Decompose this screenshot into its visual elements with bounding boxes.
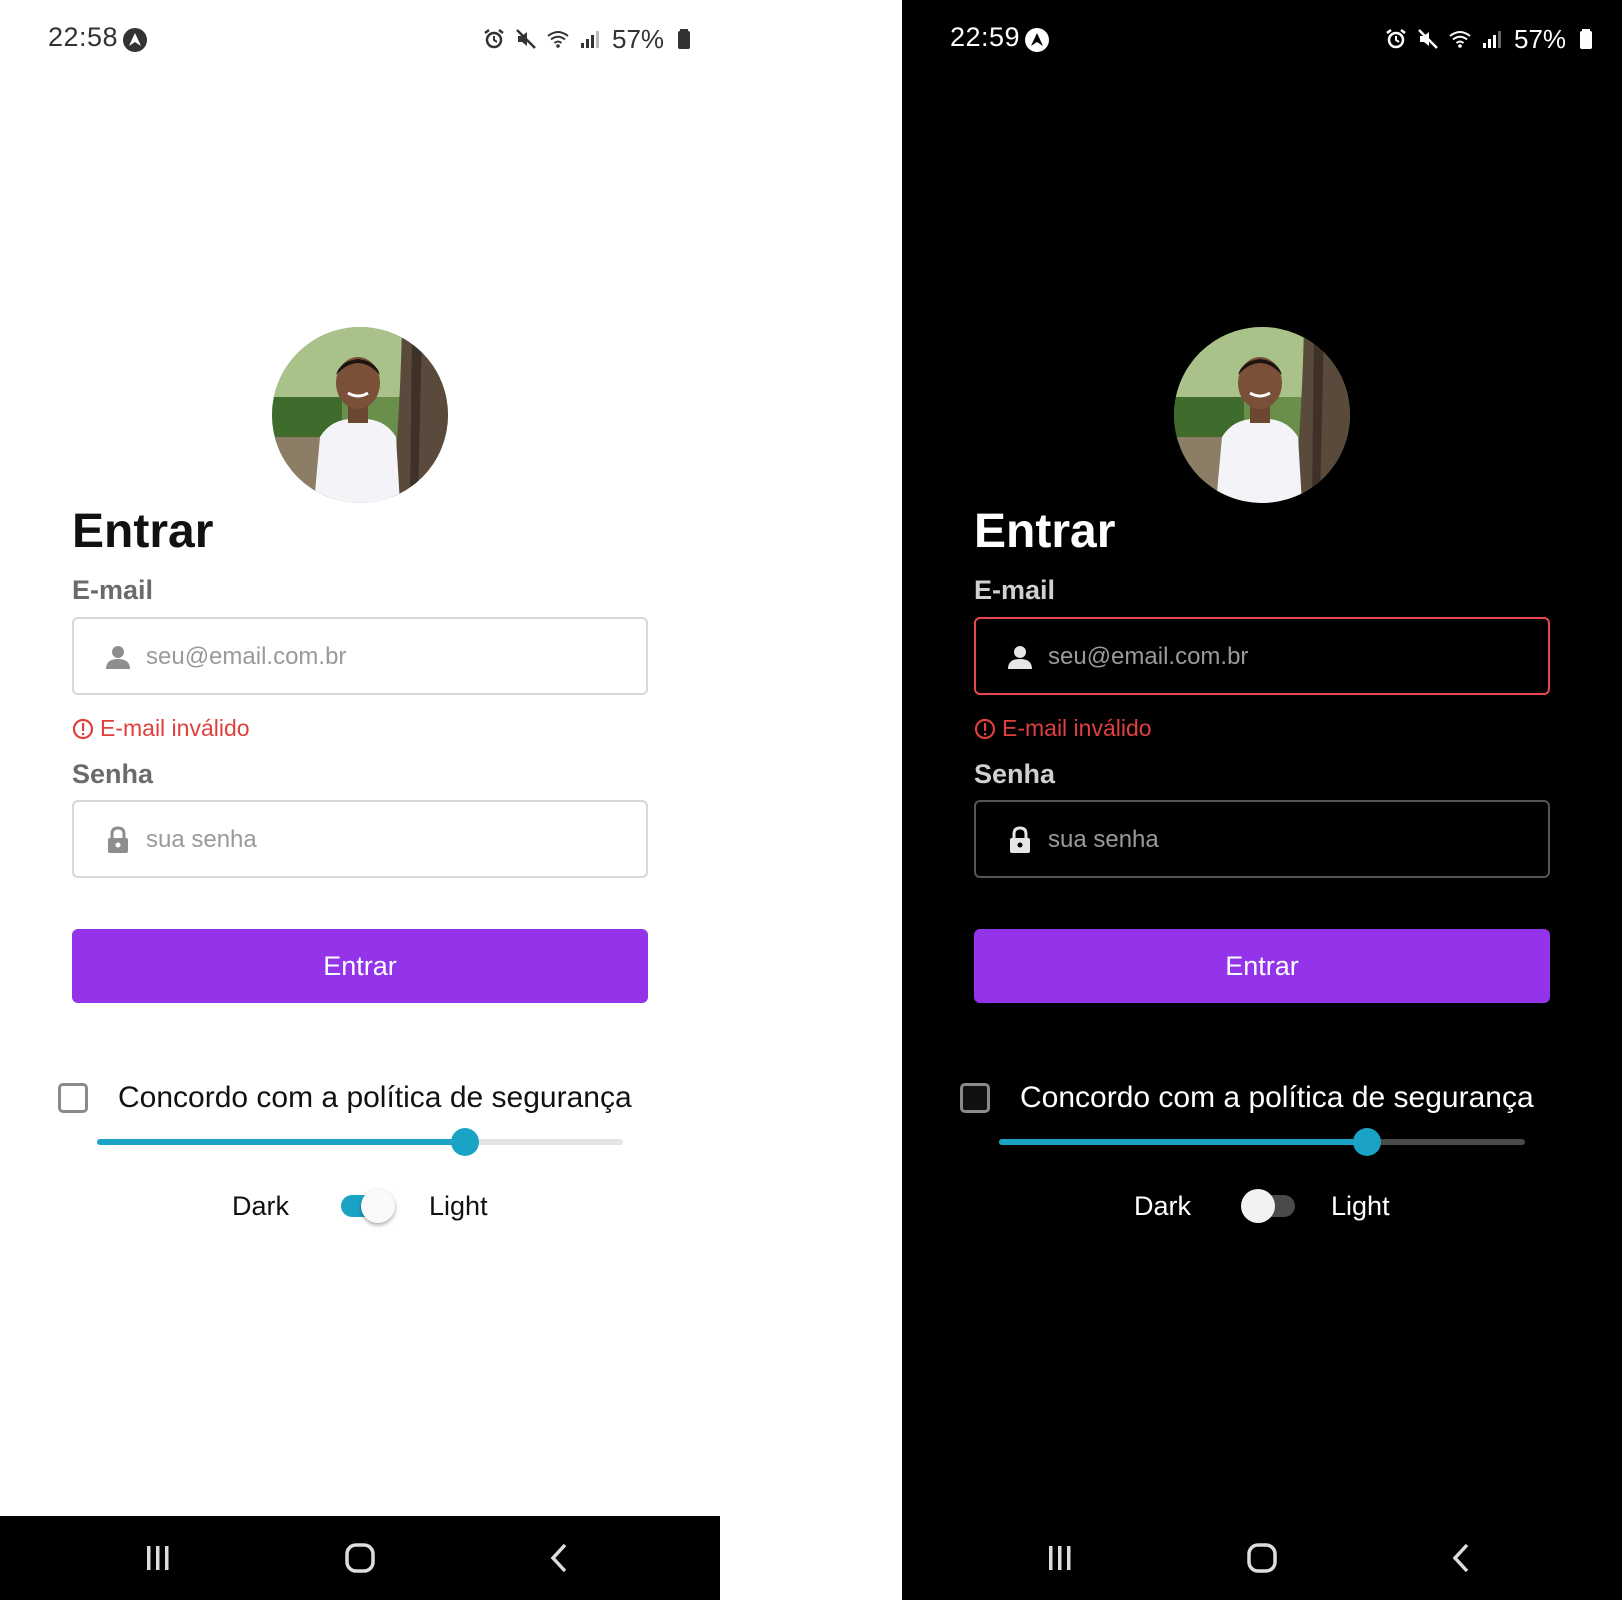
agree-checkbox[interactable] bbox=[58, 1083, 88, 1113]
home-icon[interactable] bbox=[1242, 1538, 1282, 1578]
agree-label: Concordo com a política de segurança bbox=[1020, 1081, 1534, 1114]
navigation-app-icon bbox=[1025, 28, 1049, 52]
alarm-icon bbox=[484, 29, 504, 49]
mute-icon bbox=[516, 29, 536, 49]
submit-button[interactable]: Entrar bbox=[974, 929, 1550, 1003]
navigation-bar bbox=[902, 1516, 1622, 1600]
error-icon bbox=[72, 718, 94, 739]
email-label: E-mail bbox=[974, 575, 1056, 605]
agree-row: Concordo com a política de segurança bbox=[58, 1078, 632, 1118]
password-input[interactable] bbox=[144, 802, 628, 878]
status-time: 22:58 bbox=[48, 22, 119, 52]
toggle-knob bbox=[1241, 1189, 1276, 1223]
status-icons: 57% bbox=[1384, 22, 1598, 56]
email-input[interactable] bbox=[1046, 619, 1530, 695]
navigation-app-icon bbox=[123, 28, 147, 52]
theme-label-light: Light bbox=[429, 1190, 488, 1221]
alarm-icon bbox=[1386, 29, 1406, 49]
theme-toggle[interactable] bbox=[339, 1188, 396, 1224]
slider[interactable] bbox=[97, 1126, 623, 1160]
slider-fill bbox=[999, 1139, 1368, 1145]
password-field[interactable] bbox=[72, 800, 648, 878]
email-error-text: E-mail inválido bbox=[1002, 715, 1152, 741]
email-label: E-mail bbox=[72, 575, 154, 605]
theme-label-dark: Dark bbox=[232, 1190, 290, 1221]
lock-icon bbox=[1010, 826, 1030, 853]
status-bar: 22:59 57% bbox=[902, 0, 1622, 80]
email-field[interactable] bbox=[974, 617, 1550, 695]
status-icons: 57% bbox=[482, 22, 696, 56]
theme-row: Dark Light bbox=[1134, 1186, 1390, 1226]
signal-icon bbox=[1483, 31, 1501, 48]
battery-icon bbox=[678, 29, 691, 49]
toggle-knob bbox=[361, 1189, 396, 1223]
password-label: Senha bbox=[974, 759, 1056, 789]
recents-icon[interactable] bbox=[1040, 1538, 1080, 1578]
user-icon bbox=[106, 646, 130, 669]
email-error: E-mail inválido bbox=[72, 715, 250, 742]
email-error: E-mail inválido bbox=[974, 715, 1152, 742]
battery-percent: 57% bbox=[612, 23, 665, 54]
password-input[interactable] bbox=[1046, 802, 1530, 878]
email-error-text: E-mail inválido bbox=[100, 715, 250, 741]
recents-icon[interactable] bbox=[138, 1538, 178, 1578]
slider-thumb[interactable] bbox=[1353, 1128, 1382, 1156]
agree-checkbox[interactable] bbox=[960, 1083, 990, 1113]
avatar bbox=[272, 327, 448, 503]
battery-percent: 57% bbox=[1514, 23, 1567, 54]
battery-icon bbox=[1580, 29, 1593, 49]
page-title: Entrar bbox=[72, 505, 214, 558]
signal-icon bbox=[581, 31, 599, 48]
email-input[interactable] bbox=[144, 619, 628, 695]
user-icon bbox=[1008, 646, 1032, 669]
mute-icon bbox=[1418, 29, 1438, 49]
agree-row: Concordo com a política de segurança bbox=[960, 1078, 1534, 1118]
slider-thumb[interactable] bbox=[451, 1128, 480, 1156]
theme-row: Dark Light bbox=[232, 1186, 488, 1226]
back-icon[interactable] bbox=[1442, 1538, 1482, 1578]
email-field[interactable] bbox=[72, 617, 648, 695]
back-icon[interactable] bbox=[540, 1538, 580, 1578]
theme-label-light: Light bbox=[1331, 1190, 1390, 1221]
theme-label-dark: Dark bbox=[1134, 1190, 1192, 1221]
slider[interactable] bbox=[999, 1126, 1525, 1160]
theme-toggle[interactable] bbox=[1241, 1188, 1297, 1224]
wifi-icon bbox=[1449, 31, 1471, 48]
status-time: 22:59 bbox=[950, 22, 1021, 52]
phone-screen-dark: 22:59 57% Entrar E-mail seu@email.com.br… bbox=[902, 0, 1622, 1600]
slider-fill bbox=[97, 1139, 466, 1145]
status-bar: 22:58 57% bbox=[0, 0, 720, 80]
home-icon[interactable] bbox=[340, 1538, 380, 1578]
screen-divider bbox=[720, 0, 902, 1600]
canvas: 22:58 57% Entrar E-mail seu@email.com.br… bbox=[0, 0, 1622, 1600]
submit-button[interactable]: Entrar bbox=[72, 929, 648, 1003]
avatar bbox=[1174, 327, 1350, 503]
wifi-icon bbox=[547, 31, 569, 48]
page-title: Entrar bbox=[974, 505, 1116, 558]
lock-icon bbox=[108, 826, 128, 853]
navigation-bar bbox=[0, 1516, 720, 1600]
password-field[interactable] bbox=[974, 800, 1550, 878]
phone-screen-light: 22:58 57% Entrar E-mail seu@email.com.br… bbox=[0, 0, 720, 1600]
password-label: Senha bbox=[72, 759, 154, 789]
error-icon bbox=[974, 718, 996, 739]
agree-label: Concordo com a política de segurança bbox=[118, 1081, 632, 1114]
